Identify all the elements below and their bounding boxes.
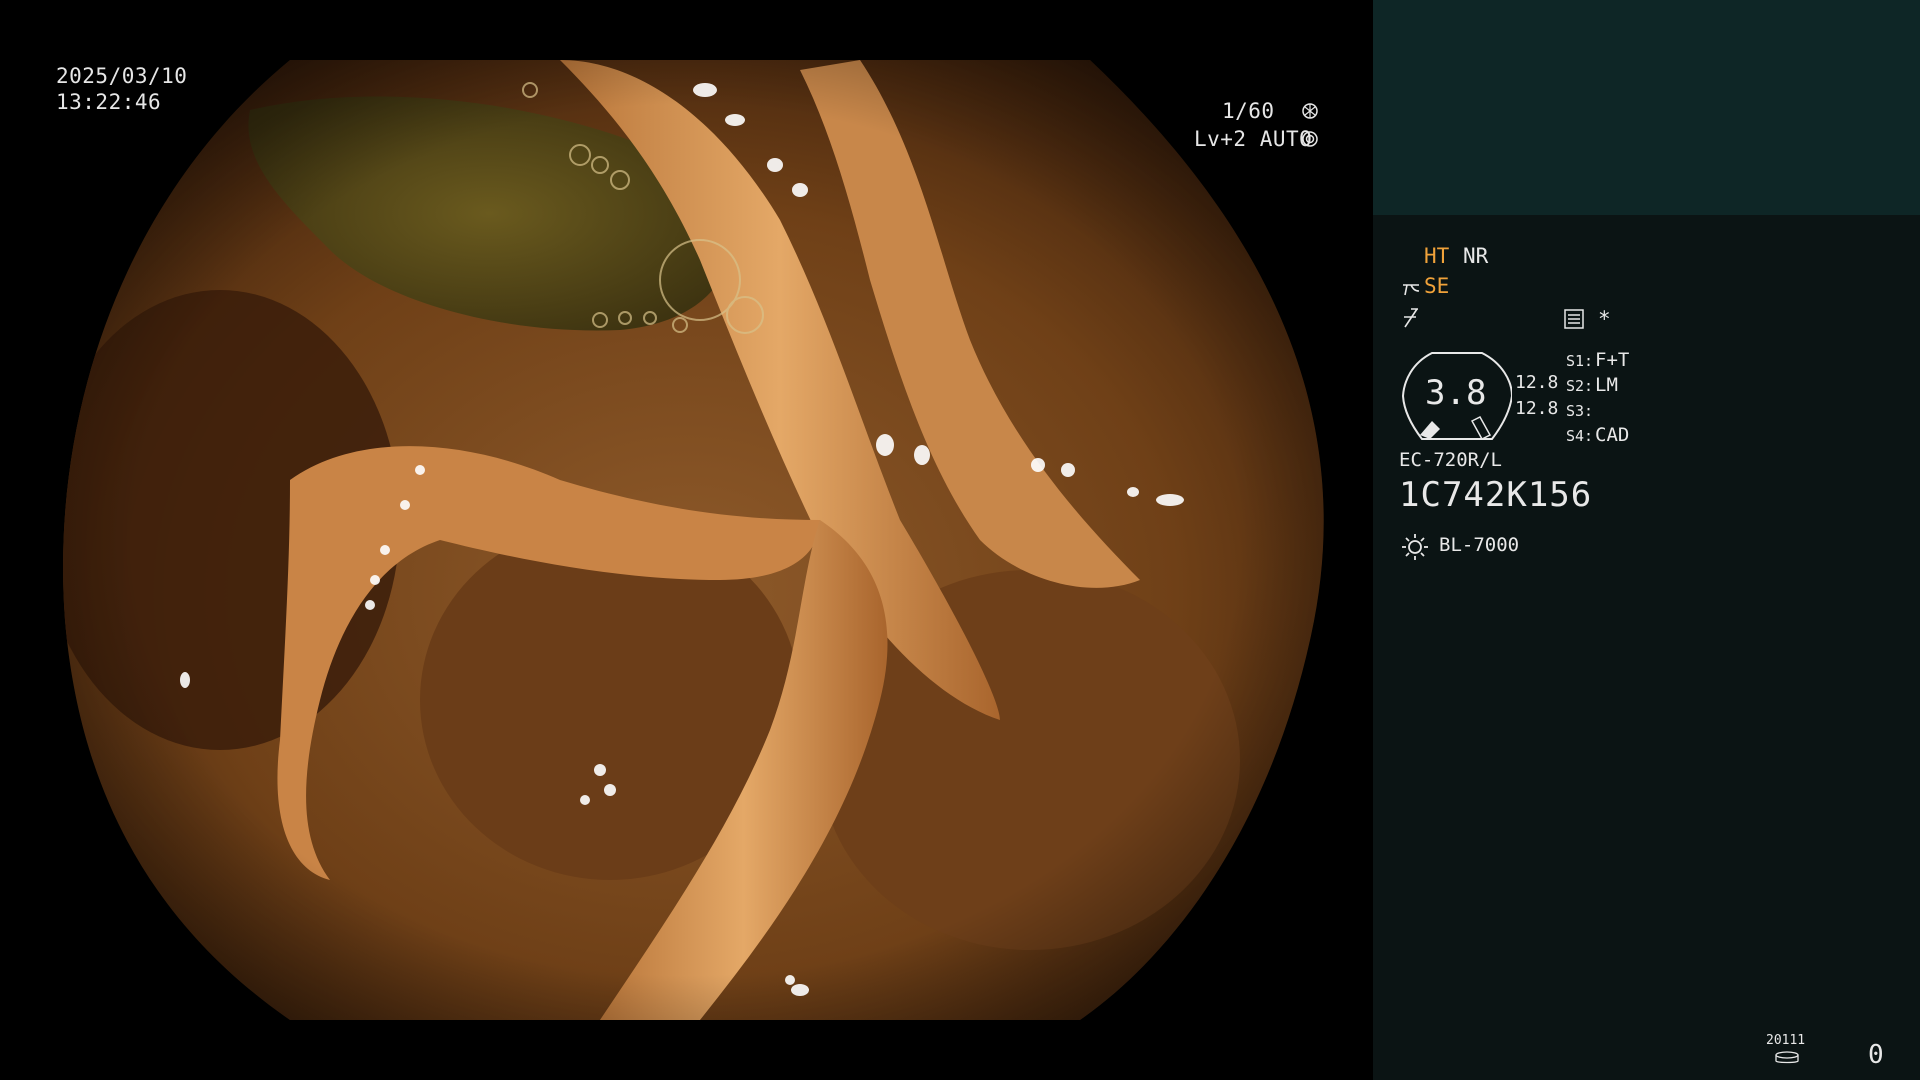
shutter-speed: 1/60 [1222,99,1275,123]
s1-value: F+T [1595,349,1630,371]
light-source: BL-7000 [1439,534,1520,556]
scope-model: EC-720R/L [1399,449,1502,471]
s2-label: S2: [1566,377,1594,395]
aperture-icon [1302,103,1318,119]
ht-indicator: HT [1424,244,1450,268]
exam-date: 2025/03/10 [56,64,188,88]
scissors-icon [1401,279,1421,299]
disk-icon [1774,1050,1800,1064]
se-indicator: SE [1424,274,1450,298]
value-1: 12.8 [1515,372,1559,393]
endoscope-view: 2025/03/10 13:22:46 1/60 Lv+2 AUTO [0,0,1373,1080]
s2-value: LM [1595,374,1618,396]
value-2: 12.8 [1515,398,1559,419]
asterisk-indicator: * [1598,307,1611,331]
storage-label: 20111 [1766,1033,1806,1048]
sun-icon [1401,533,1429,561]
image-counter: 0 [1868,1040,1884,1070]
endoscopic-image [63,60,1324,1020]
menu-card-icon [1564,309,1584,329]
scope-serial: 1C742K156 [1399,475,1593,515]
slash-f-icon [1401,307,1421,329]
s4-value: CAD [1595,424,1630,446]
s3-label: S3: [1566,402,1594,420]
iris-icon [1302,131,1318,147]
brightness-level: Lv+2 AUTO [1194,127,1313,151]
info-panel: HT NR SE * 3.8 12.8 12.8 S1: F+T S2: LM … [1373,0,1920,1080]
panel-header-area [1373,0,1920,215]
s4-label: S4: [1566,427,1594,445]
zoom-value: 3.8 [1425,373,1487,413]
exam-time: 13:22:46 [56,90,162,114]
s1-label: S1: [1566,352,1594,370]
nr-indicator: NR [1463,244,1489,268]
